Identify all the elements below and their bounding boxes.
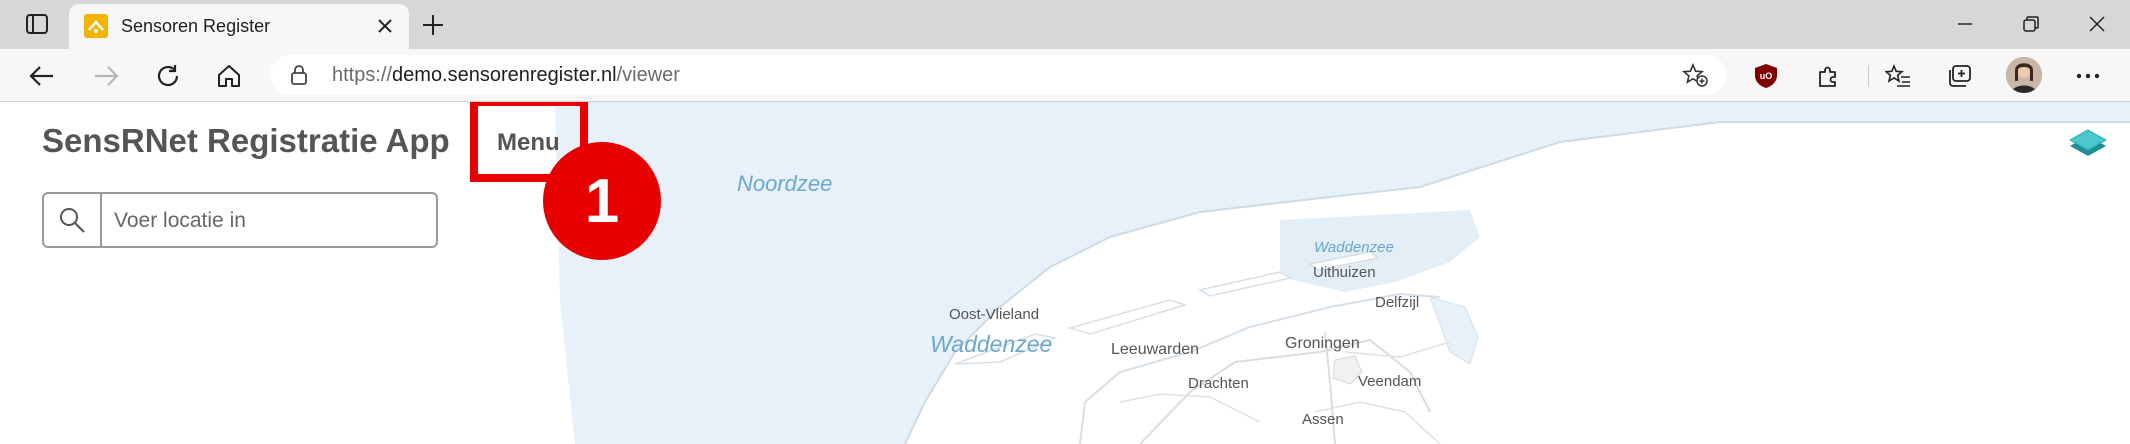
url-protocol: https://: [332, 64, 393, 86]
toolbar-separator: [1868, 65, 1869, 87]
island-terschelling: [1067, 299, 1188, 335]
map-label-groningen: Groningen: [1285, 335, 1360, 352]
home-button[interactable]: [211, 58, 247, 94]
search-icon: [60, 208, 85, 233]
island-ameland: [1198, 271, 1292, 297]
settings-more-button[interactable]: [2070, 58, 2106, 94]
ublock-icon: uO: [1755, 64, 1777, 88]
ublock-extension-button[interactable]: uO: [1748, 58, 1784, 94]
close-window-button[interactable]: [2082, 10, 2112, 38]
restore-button[interactable]: [2016, 10, 2046, 38]
refresh-button[interactable]: [150, 58, 186, 94]
app-title: SensRNet Registratie App: [42, 122, 450, 159]
road: [1119, 393, 1261, 423]
more-dots-icon: [2076, 73, 2100, 79]
puzzle-icon: [1819, 66, 1836, 87]
minimize-icon: [1958, 23, 1972, 25]
map-label-noordzee: Noordzee: [737, 171, 832, 196]
favorites-list-icon: [1885, 64, 1910, 87]
back-arrow-icon: [29, 66, 53, 86]
minimize-button[interactable]: [1950, 10, 1980, 38]
back-button[interactable]: [24, 58, 60, 94]
collections-button[interactable]: [1942, 58, 1978, 94]
home-icon: [218, 65, 240, 87]
map-label-uithuizen: Uithuizen: [1313, 264, 1376, 281]
step-number-badge: 1: [543, 142, 661, 260]
add-favorite-icon[interactable]: [1682, 63, 1708, 87]
browser-tab-active[interactable]: Sensoren Register: [69, 4, 409, 49]
location-search: [42, 192, 438, 248]
restore-icon: [2023, 16, 2039, 32]
browser-tab-strip: Sensoren Register: [0, 0, 2130, 49]
road: [1344, 341, 1451, 358]
forward-arrow-icon: [95, 66, 119, 86]
map-label-oost-vlieland: Oost-Vlieland: [949, 306, 1039, 323]
lock-icon[interactable]: [288, 64, 310, 86]
tab-actions-button[interactable]: [20, 9, 54, 39]
map-label-waddenzee-small: Waddenzee: [1314, 239, 1394, 256]
layers-icon[interactable]: [2068, 126, 2108, 166]
map-label-leeuwarden: Leeuwarden: [1111, 341, 1199, 358]
map-label-assen: Assen: [1302, 411, 1344, 428]
favorites-button[interactable]: [1880, 58, 1916, 94]
extensions-button[interactable]: [1810, 58, 1846, 94]
close-tab-icon[interactable]: [375, 16, 395, 36]
collections-icon: [1949, 65, 1971, 87]
map-label-waddenzee-large: Waddenzee: [930, 331, 1052, 357]
map-label-delfzijl: Delfzijl: [1375, 294, 1419, 311]
profile-picture-icon: [2006, 57, 2042, 93]
tab-title: Sensoren Register: [121, 16, 271, 36]
web-page: Noordzee Waddenzee Uithuizen Delfzijl Oo…: [0, 102, 2130, 444]
close-window-icon: [2089, 16, 2105, 32]
url-text[interactable]: https://demo.sensorenregister.nl/viewer: [332, 64, 680, 87]
svg-text:uO: uO: [1760, 71, 1773, 81]
forward-button: [88, 58, 124, 94]
new-tab-icon[interactable]: [418, 10, 448, 40]
tab-actions-icon: [26, 14, 48, 34]
url-path: /viewer: [616, 64, 680, 86]
location-search-input[interactable]: [112, 206, 426, 236]
url-host: demo.sensorenregister.nl: [392, 64, 617, 86]
map-label-veendam: Veendam: [1358, 373, 1421, 390]
profile-avatar[interactable]: [2006, 57, 2042, 93]
search-button[interactable]: [44, 194, 102, 246]
sensor-register-favicon: [84, 14, 108, 38]
address-bar[interactable]: https://demo.sensorenregister.nl/viewer: [270, 55, 1726, 95]
map-label-drachten: Drachten: [1188, 375, 1249, 392]
eems-estuary: [1429, 296, 1479, 365]
refresh-icon: [157, 65, 179, 87]
browser-toolbar: https://demo.sensorenregister.nl/viewer …: [0, 49, 2130, 102]
